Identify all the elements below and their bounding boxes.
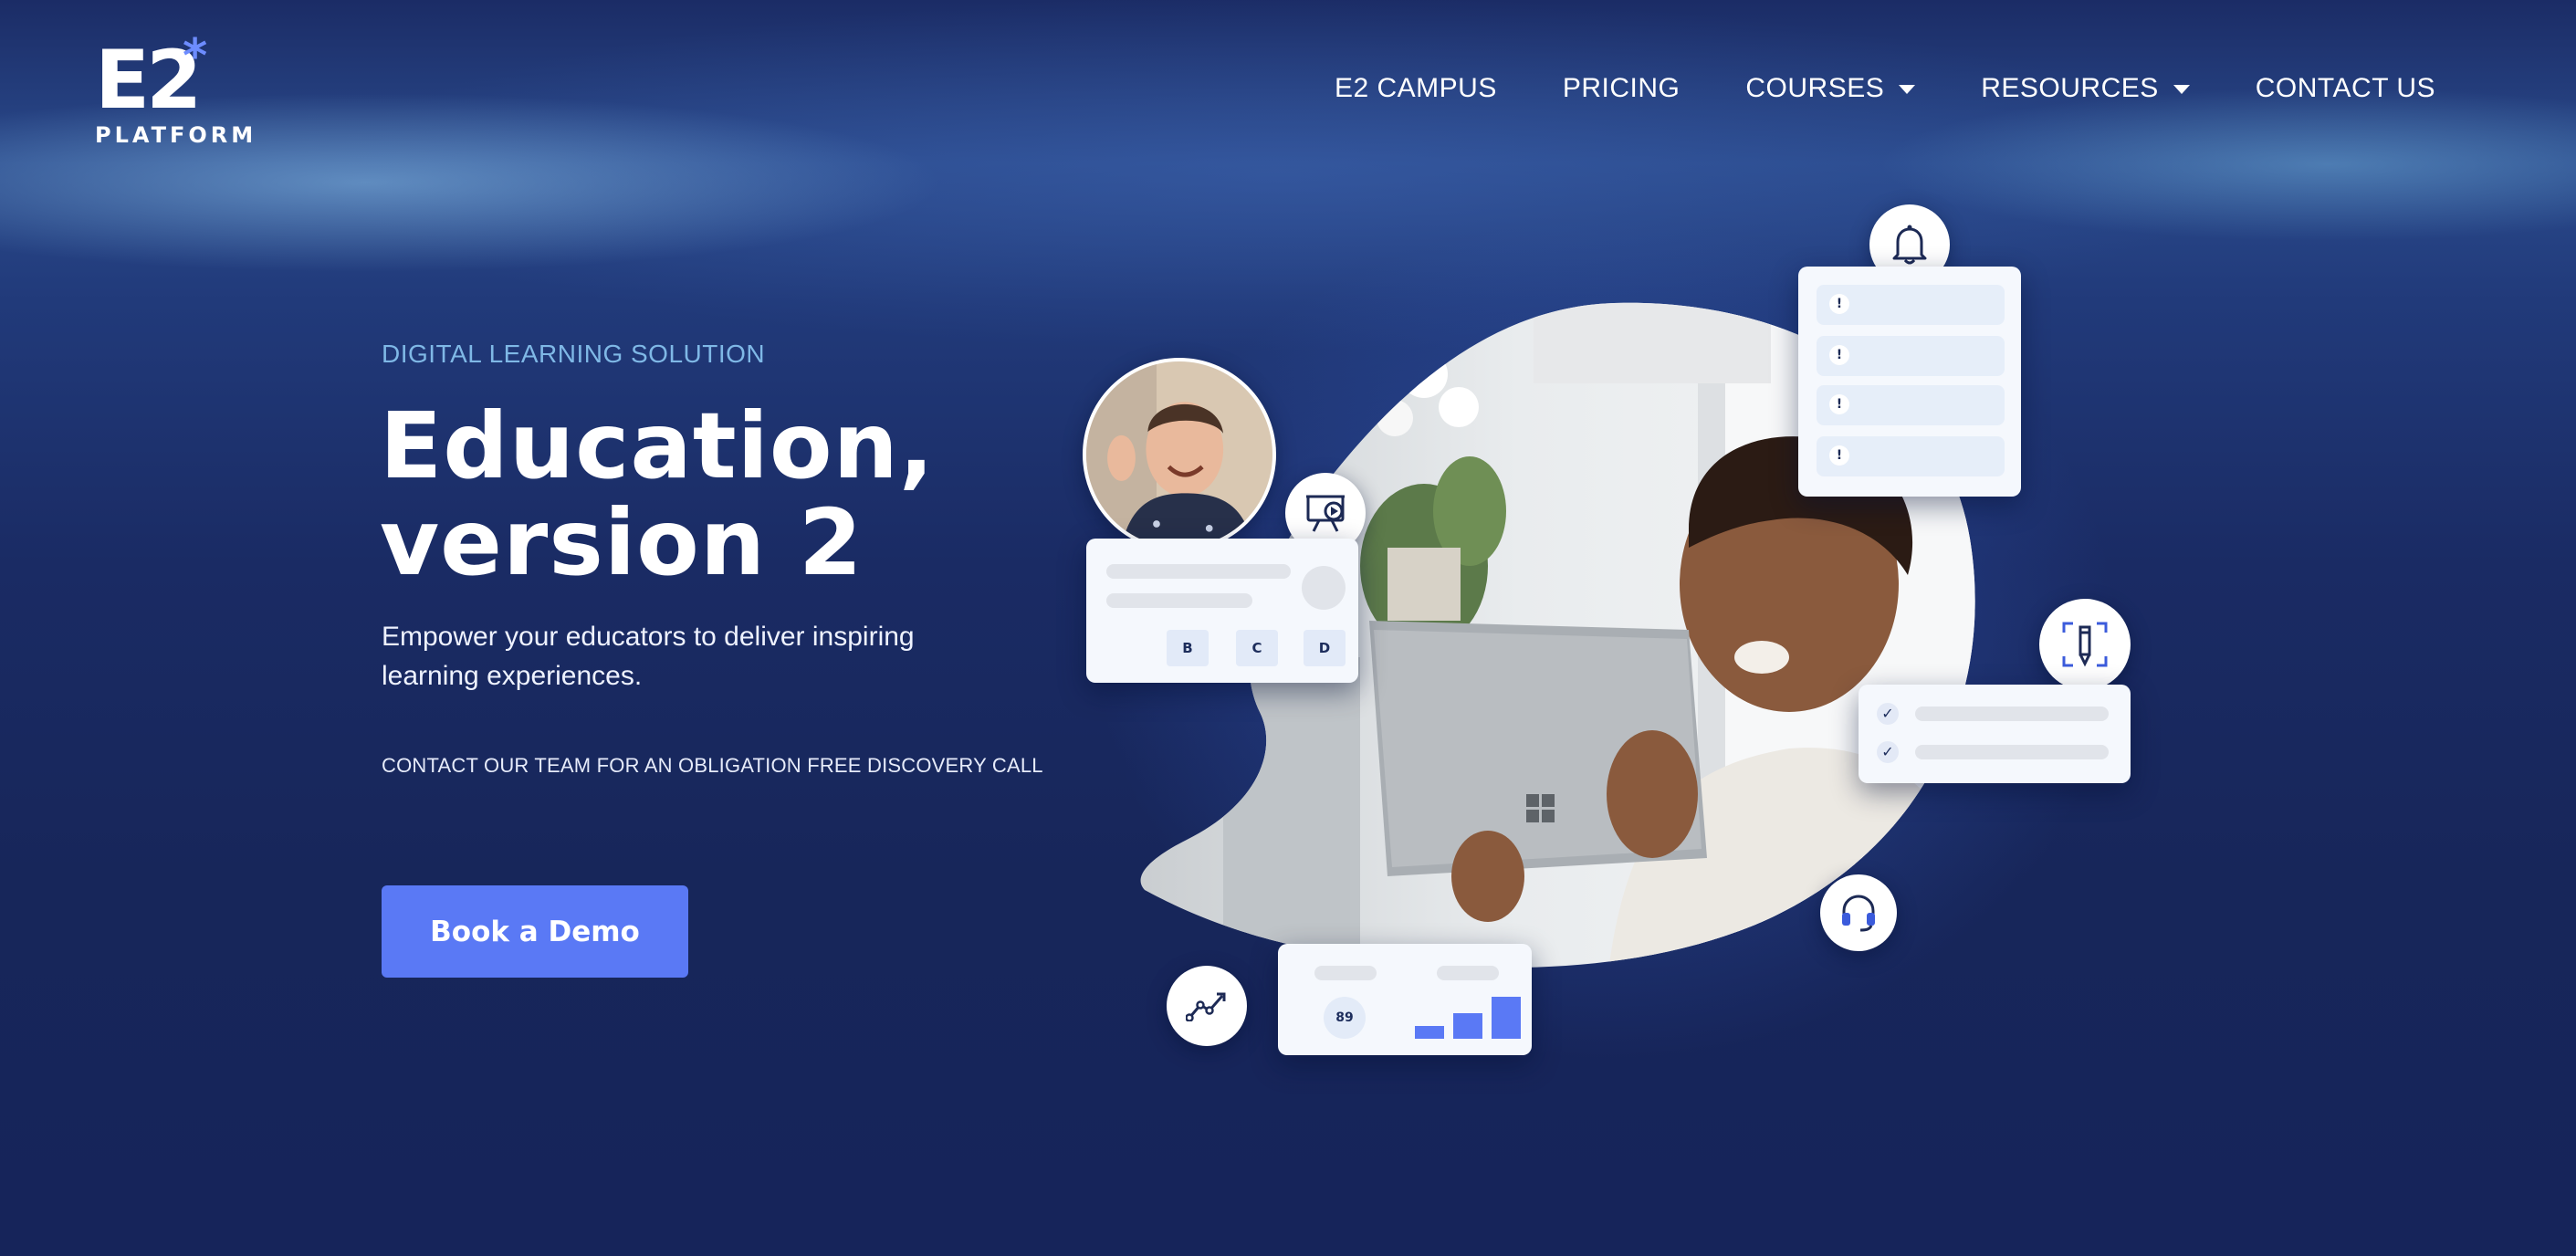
alert-icon: ! <box>1829 345 1849 365</box>
alert-icon: ! <box>1829 294 1849 314</box>
progress-bar <box>1415 1026 1444 1039</box>
stats-card: 89 <box>1278 944 1532 1055</box>
skeleton-line <box>1106 564 1291 579</box>
quiz-option: B <box>1167 630 1209 666</box>
quiz-option: C <box>1236 630 1278 666</box>
alert-icon: ! <box>1829 394 1849 414</box>
notifications-card: ! ! ! ! <box>1798 267 2021 497</box>
skeleton-line <box>1437 966 1499 980</box>
quiz-option: D <box>1304 630 1346 666</box>
notification-item: ! <box>1817 336 2005 376</box>
skeleton-avatar <box>1302 566 1346 610</box>
notification-item: ! <box>1817 285 2005 325</box>
headset-icon <box>1820 874 1897 951</box>
notification-item: ! <box>1817 385 2005 425</box>
score-badge: 89 <box>1324 997 1366 1039</box>
checklist-card: ✓ ✓ <box>1859 685 2131 783</box>
alert-icon: ! <box>1829 445 1849 466</box>
skeleton-line <box>1106 593 1252 608</box>
skeleton-line <box>1915 706 2109 721</box>
check-icon: ✓ <box>1877 703 1899 725</box>
quiz-card: B C D <box>1086 539 1358 683</box>
progress-bar <box>1492 997 1521 1039</box>
notification-item: ! <box>1817 436 2005 476</box>
tutor-avatar <box>1083 358 1276 551</box>
skeleton-line <box>1915 745 2109 759</box>
skeleton-line <box>1314 966 1377 980</box>
trend-chart-icon <box>1167 966 1247 1046</box>
design-tools-icon <box>2039 599 2131 690</box>
progress-bar <box>1453 1013 1482 1039</box>
avatar-portrait <box>1086 361 1272 548</box>
check-icon: ✓ <box>1877 741 1899 763</box>
